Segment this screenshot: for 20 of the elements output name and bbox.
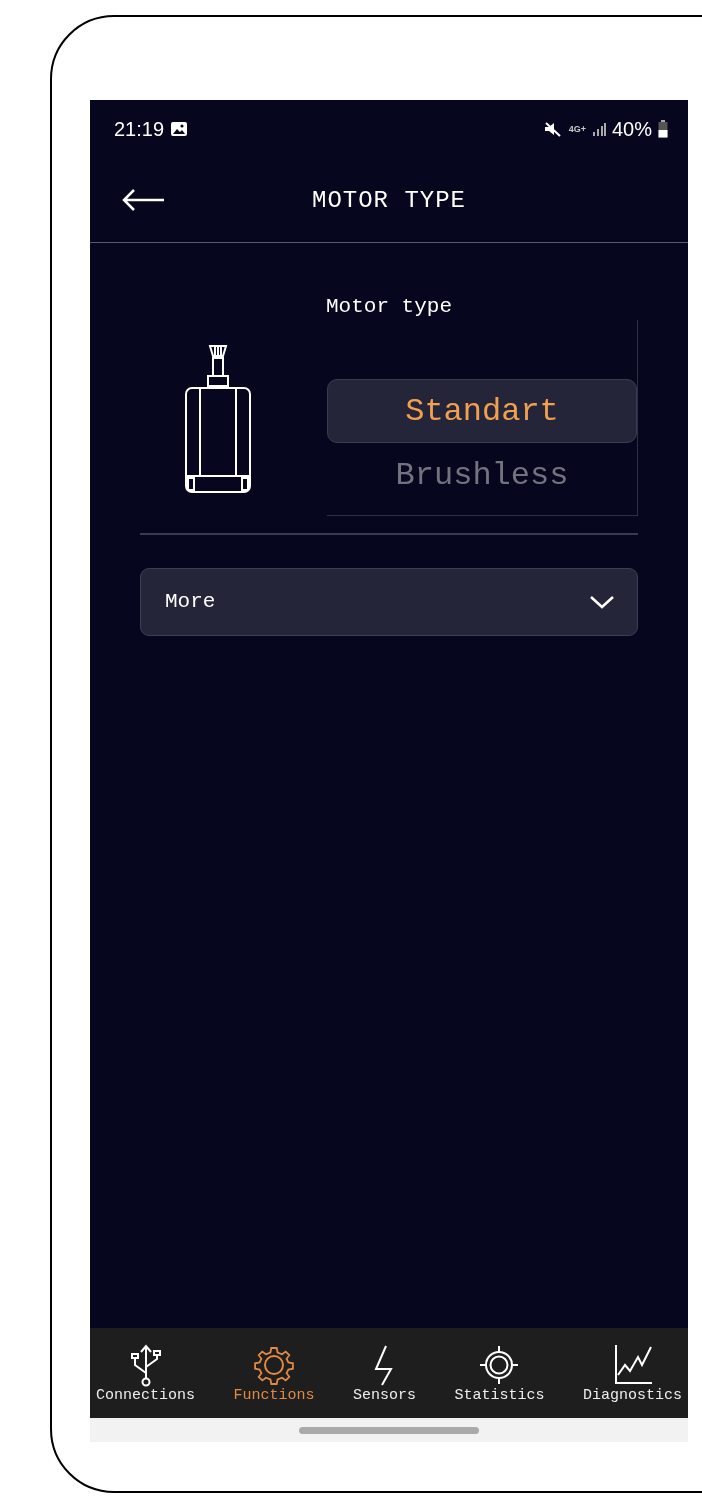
screen-title: MOTOR TYPE	[312, 186, 466, 214]
nav-tab[interactable]: Sensors	[353, 1328, 416, 1418]
nav-tab[interactable]: Statistics	[454, 1328, 545, 1418]
section-label: Motor type	[326, 295, 452, 318]
nav-tab[interactable]: Connections	[96, 1328, 196, 1418]
network-label: 4G+	[568, 124, 586, 134]
chevron-icon	[589, 593, 615, 610]
image-icon	[170, 121, 189, 137]
picker-option[interactable]: Standart	[327, 379, 637, 443]
battery-icon	[658, 120, 668, 138]
back-arrow-icon[interactable]	[122, 188, 166, 212]
motor-type-picker[interactable]: Standart Brushless	[327, 320, 638, 516]
nav-tab[interactable]: Functions	[233, 1328, 315, 1418]
battery-percent: 40%	[611, 117, 652, 141]
more-dropdown[interactable]: More	[140, 567, 638, 636]
nav-tab[interactable]: Diagnostics	[582, 1328, 682, 1418]
mute-icon	[542, 121, 563, 137]
status-time: 21:19	[114, 117, 165, 141]
signal-icon	[591, 122, 606, 136]
picker-option[interactable]: Brushless	[327, 443, 637, 507]
